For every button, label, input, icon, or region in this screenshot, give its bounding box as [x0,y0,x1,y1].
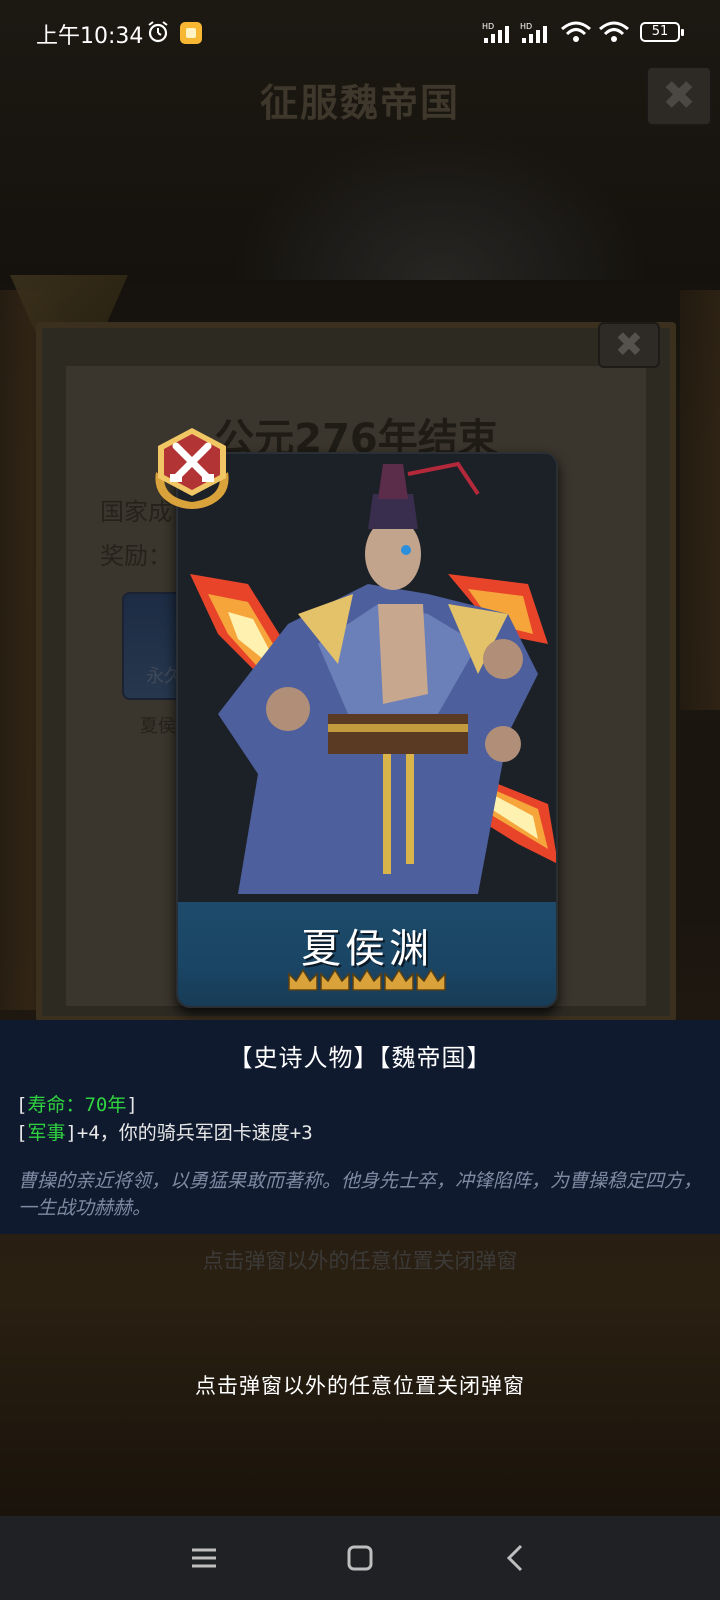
wifi-icon [561,21,591,42]
military-label: 军事 [27,1122,66,1144]
home-icon[interactable] [340,1538,380,1578]
signal-hd-label: HD [482,22,494,31]
crown-star-icon [288,968,318,991]
crown-star-icon [320,968,350,991]
battery-icon: 51 [640,22,684,42]
back-icon[interactable] [496,1538,536,1578]
status-time: 上午10:34 [36,24,144,49]
signal-hd-label-2: HD [520,22,532,31]
bracket-close: ] [126,1094,138,1116]
background-wood-frame-right [680,290,720,710]
cellular-signal-icon-2: HD [520,22,547,43]
wifi-icon-2 [599,21,629,42]
crown-star-icon [384,968,414,991]
navigation-bar [0,1516,720,1600]
hero-lifespan-stat: [寿命：70年] [16,1090,138,1117]
hero-military-stat: [军事]+4，你的骑兵军团卡速度+3 [16,1118,313,1145]
hero-description: 曹操的亲近将领，以勇猛果敢而著称。他身先士卒，冲锋陷阵，为曹操稳定四方，一生战功… [18,1170,703,1219]
hero-star-rating [178,966,556,992]
background-reward-label: 奖励： [100,542,172,570]
hero-card: 夏侯渊 [176,452,558,1008]
crossed-swords-icon [155,428,229,509]
military-effect: ]+4，你的骑兵军团卡速度+3 [65,1122,313,1144]
crown-star-icon [352,968,382,991]
alarm-clock-icon [148,21,168,43]
app-notification-icon [180,22,202,44]
crown-star-icon [416,968,446,991]
background-hint: 点击弹窗以外的任意位置关闭弹窗 [202,1249,518,1273]
lifespan-label: 寿命：70年 [27,1094,127,1116]
hero-info-panel: 【史诗人物】【魏帝国】 [寿命：70年] [军事]+4，你的骑兵军团卡速度+3 … [0,1020,720,1234]
menu-icon[interactable] [184,1538,224,1578]
background-dialog-close-button: ✖ [598,322,660,368]
hero-tags: 【史诗人物】【魏帝国】 [228,1044,492,1072]
bracket-open: [ [16,1122,28,1144]
background-scenery [230,130,650,280]
bracket-open: [ [16,1094,28,1116]
background-page-title: 征服魏帝国 [259,81,460,125]
status-bar: 上午10:34 HD HD 51 [0,0,720,66]
background-close-button: ✖ [646,66,712,126]
close-popup-hint[interactable]: 点击弹窗以外的任意位置关闭弹窗 [0,1370,720,1400]
cellular-signal-icon: HD [482,22,509,43]
